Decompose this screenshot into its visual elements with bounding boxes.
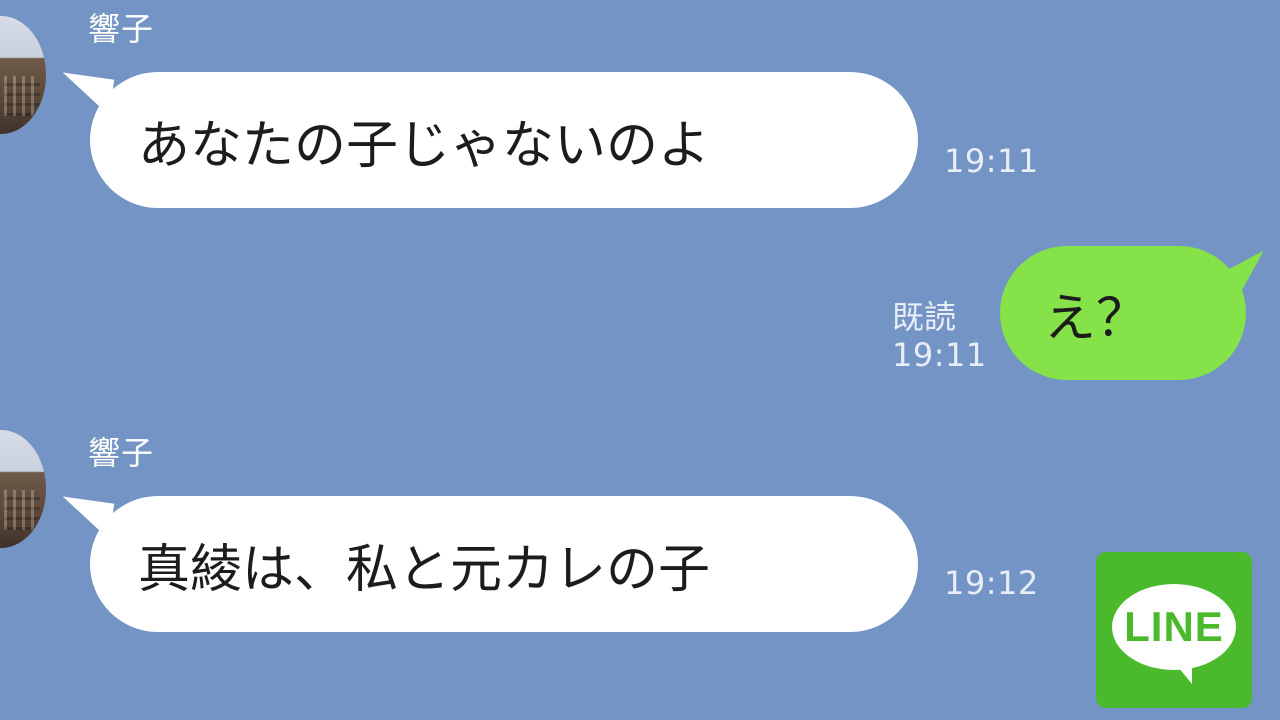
message-bubble-outgoing[interactable]: え？ — [1000, 246, 1246, 380]
avatar[interactable] — [0, 16, 46, 134]
speech-cloud-tail — [1174, 662, 1192, 684]
message-text: え？ — [1044, 288, 1149, 349]
message-bubble-incoming[interactable]: 真綾は、私と元カレの子 — [90, 496, 918, 632]
message-text: 真綾は、私と元カレの子 — [138, 539, 711, 600]
line-logo-icon: LINE — [1096, 552, 1252, 708]
message-timestamp: 19:12 — [944, 564, 1039, 602]
sender-name: 響子 — [88, 434, 155, 472]
sender-name: 響子 — [88, 10, 155, 48]
chat-view: 響子 あなたの子じゃないのよ 19:11 既読 19:11 え？ 響子 真綾は、… — [0, 0, 1280, 720]
avatar-building-image — [4, 490, 40, 530]
read-receipt: 既読 — [892, 298, 957, 336]
logo-text: LINE — [1124, 603, 1224, 650]
avatar-building-image — [4, 76, 40, 116]
message-timestamp: 19:11 — [892, 336, 987, 374]
message-bubble-incoming[interactable]: あなたの子じゃないのよ — [90, 72, 918, 208]
message-timestamp: 19:11 — [944, 142, 1039, 180]
message-text: あなたの子じゃないのよ — [138, 115, 711, 176]
avatar[interactable] — [0, 430, 46, 548]
